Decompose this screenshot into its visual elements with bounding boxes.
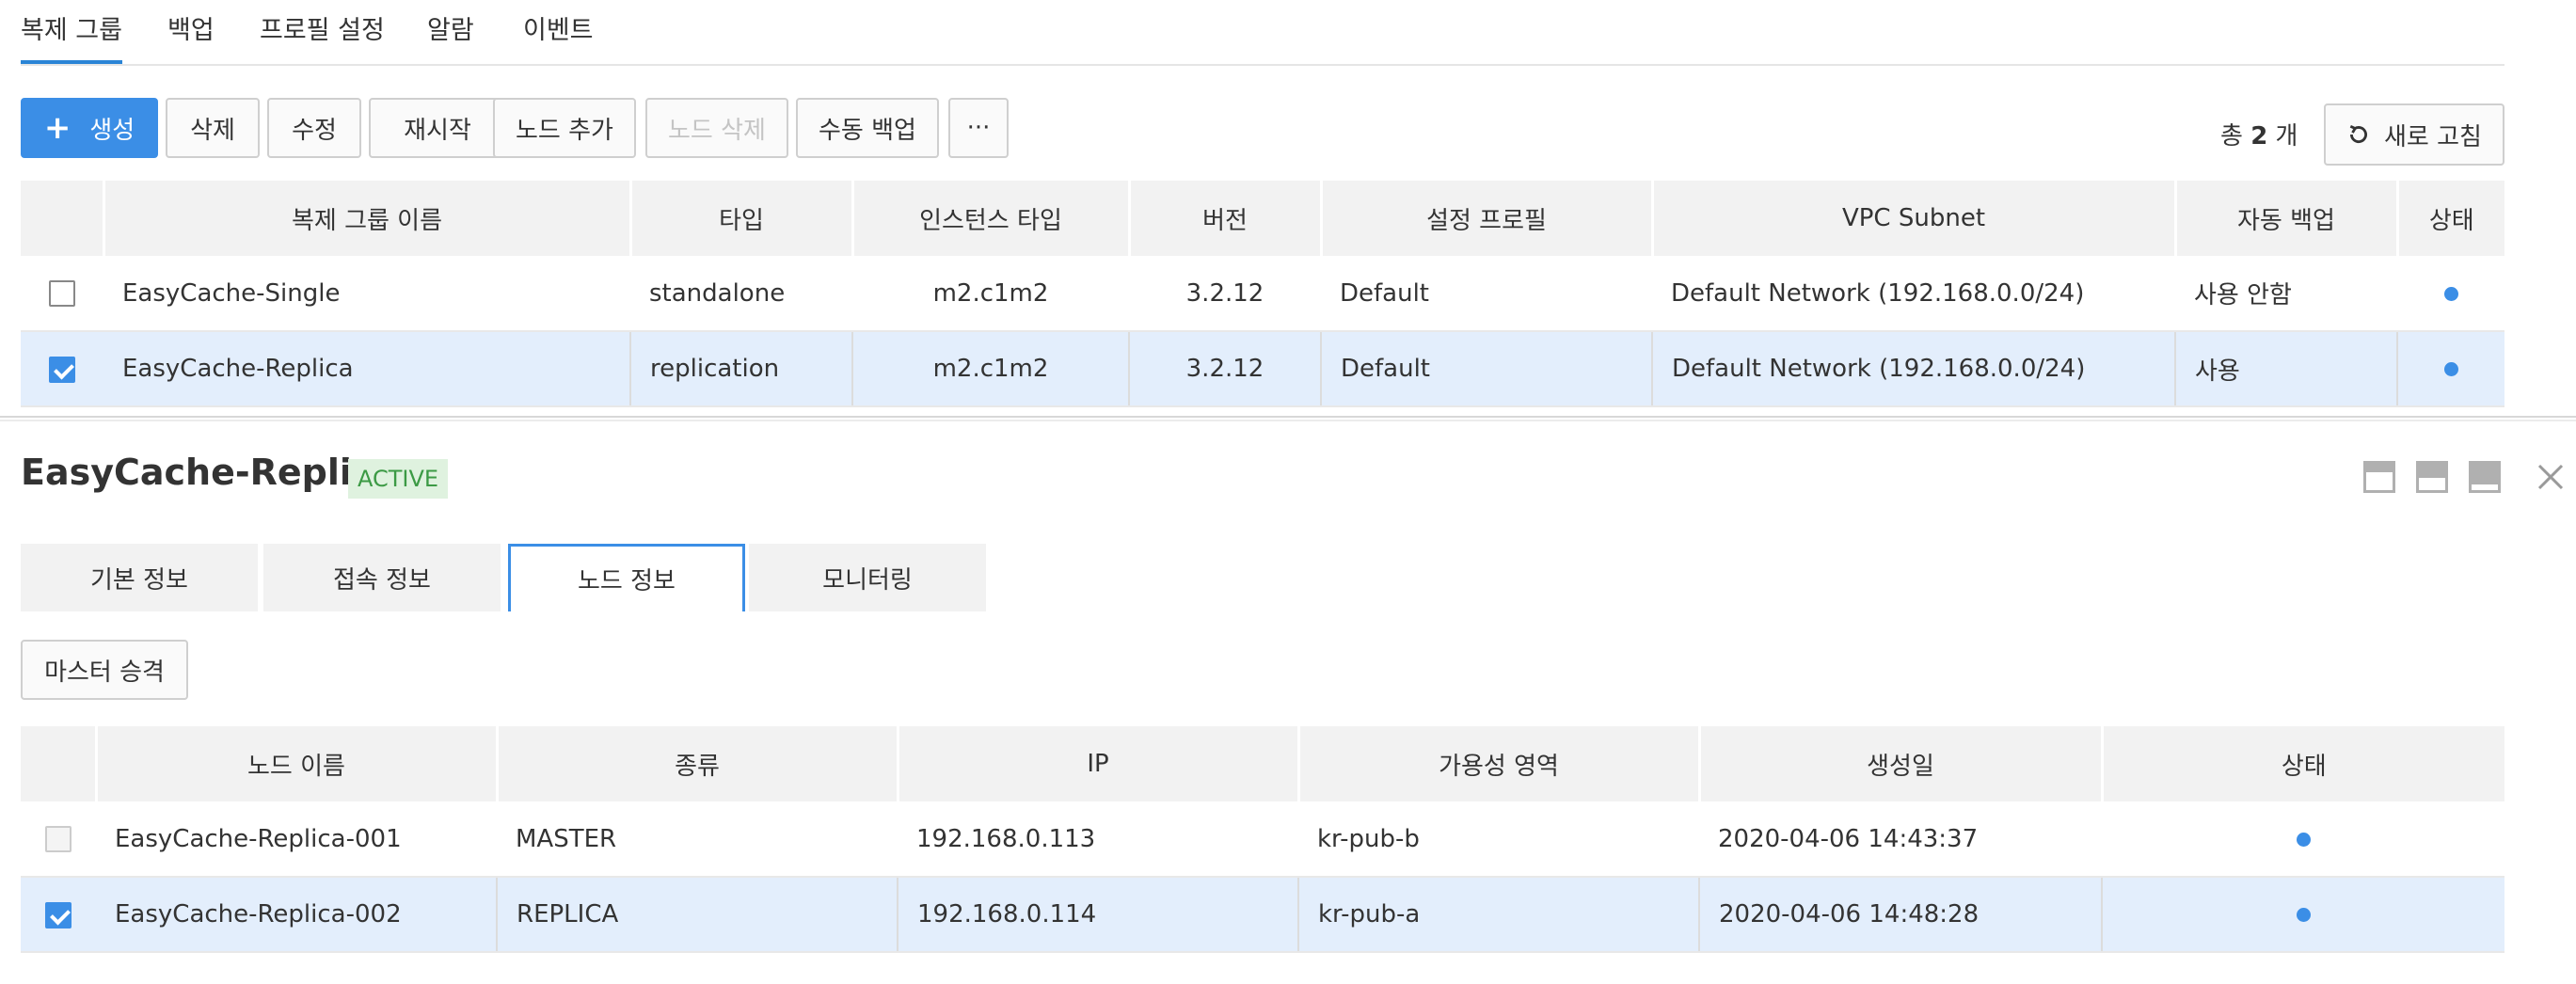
node-zone: kr-pub-a <box>1297 877 1699 953</box>
total-count: 총 2 개 <box>2220 117 2298 151</box>
node-created: 2020-04-06 14:48:28 <box>1698 877 2102 953</box>
instance-type: m2.c1m2 <box>851 331 1129 407</box>
header-profile[interactable]: 설정 프로필 <box>1319 181 1652 256</box>
header-group-name[interactable]: 복제 그룹 이름 <box>102 181 630 256</box>
tab-node-info[interactable]: 노드 정보 <box>508 544 745 611</box>
node-name: EasyCache-Replica-001 <box>96 801 497 878</box>
tab-basic-info[interactable]: 기본 정보 <box>21 544 258 611</box>
header-type[interactable]: 타입 <box>628 181 852 256</box>
plus-icon: + <box>43 109 72 147</box>
header-version[interactable]: 버전 <box>1127 181 1321 256</box>
tab-profile-settings[interactable]: 프로필 설정 <box>260 9 385 64</box>
more-button[interactable]: ··· <box>948 98 1009 158</box>
header-ip[interactable]: IP <box>896 726 1298 801</box>
delete-button[interactable]: 삭제 <box>166 98 260 158</box>
status-dot-icon <box>2296 832 2311 847</box>
header-status[interactable]: 상태 <box>2100 726 2504 801</box>
node-table: 노드 이름 종류 IP 가용성 영역 생성일 상태 EasyCache-Repl… <box>21 726 2504 953</box>
tab-event[interactable]: 이벤트 <box>523 9 594 64</box>
restart-button[interactable]: 재시작 <box>369 98 506 158</box>
status-dot-icon <box>2443 286 2458 301</box>
instance-type: m2.c1m2 <box>852 256 1129 332</box>
node-kind: MASTER <box>497 801 898 878</box>
status-dot-icon <box>2297 908 2311 922</box>
header-checkbox-col <box>21 726 96 801</box>
auto-backup: 사용 안함 <box>2175 256 2397 332</box>
node-ip: 192.168.0.114 <box>897 877 1298 953</box>
node-ip: 192.168.0.113 <box>898 801 1298 878</box>
top-tab-bar: 복제 그룹 백업 프로필 설정 알람 이벤트 <box>21 0 2504 66</box>
panel-bottom-icon[interactable] <box>2469 461 2501 493</box>
table-row[interactable]: EasyCache-Replica-001 MASTER 192.168.0.1… <box>21 801 2504 878</box>
group-type: standalone <box>630 256 852 332</box>
header-auto-backup[interactable]: 자동 백업 <box>2173 181 2397 256</box>
manual-backup-button[interactable]: 수동 백업 <box>796 98 939 158</box>
header-created[interactable]: 생성일 <box>1697 726 2102 801</box>
header-status[interactable]: 상태 <box>2395 181 2504 256</box>
replication-group-table: 복제 그룹 이름 타입 인스턴스 타입 버전 설정 프로필 VPC Subnet… <box>21 181 2504 407</box>
version: 3.2.12 <box>1129 256 1321 332</box>
total-prefix: 총 <box>2220 122 2243 151</box>
tab-backup[interactable]: 백업 <box>167 9 215 64</box>
add-node-button[interactable]: 노드 추가 <box>493 98 636 158</box>
create-button-label: 생성 <box>89 116 135 145</box>
total-suffix: 개 <box>2275 122 2298 151</box>
node-name: EasyCache-Replica-002 <box>96 877 497 953</box>
table-row[interactable]: EasyCache-Replica replication m2.c1m2 3.… <box>21 331 2504 407</box>
promote-master-button[interactable]: 마스터 승격 <box>21 640 188 700</box>
header-kind[interactable]: 종류 <box>495 726 898 801</box>
row-checkbox[interactable] <box>45 826 72 852</box>
panel-resize-divider[interactable] <box>0 416 2576 421</box>
profile: Default <box>1321 256 1652 332</box>
tab-replication-group[interactable]: 복제 그룹 <box>21 9 122 64</box>
table-row[interactable]: EasyCache-Replica-002 REPLICA 192.168.0.… <box>21 877 2504 953</box>
tab-monitoring[interactable]: 모니터링 <box>749 544 986 611</box>
panel-middle-icon[interactable] <box>2416 461 2448 493</box>
header-zone[interactable]: 가용성 영역 <box>1296 726 1699 801</box>
node-kind: REPLICA <box>496 877 898 953</box>
profile: Default <box>1320 331 1652 407</box>
row-checkbox[interactable] <box>49 356 75 383</box>
tab-connection-info[interactable]: 접속 정보 <box>263 544 501 611</box>
group-type: replication <box>629 331 852 407</box>
table-header: 복제 그룹 이름 타입 인스턴스 타입 버전 설정 프로필 VPC Subnet… <box>21 181 2504 256</box>
refresh-icon <box>2349 125 2367 144</box>
row-checkbox[interactable] <box>49 280 75 307</box>
auto-backup: 사용 <box>2174 331 2397 407</box>
node-zone: kr-pub-b <box>1298 801 1699 878</box>
header-instance-type[interactable]: 인스턴스 타입 <box>851 181 1129 256</box>
vpc-subnet: Default Network (192.168.0.0/24) <box>1652 256 2175 332</box>
modify-button[interactable]: 수정 <box>267 98 361 158</box>
header-vpc-subnet[interactable]: VPC Subnet <box>1650 181 2175 256</box>
vpc-subnet: Default Network (192.168.0.0/24) <box>1651 331 2175 407</box>
header-checkbox-col <box>21 181 103 256</box>
node-created: 2020-04-06 14:43:37 <box>1699 801 2102 878</box>
create-button[interactable]: + 생성 <box>21 98 158 158</box>
table-row[interactable]: EasyCache-Single standalone m2.c1m2 3.2.… <box>21 256 2504 332</box>
row-checkbox[interactable] <box>45 901 72 928</box>
delete-node-button[interactable]: 노드 삭제 <box>645 98 788 158</box>
detail-title: EasyCache-Replica <box>21 452 398 493</box>
version: 3.2.12 <box>1128 331 1321 407</box>
status-badge: ACTIVE <box>348 459 449 499</box>
group-name: EasyCache-Replica <box>103 331 630 407</box>
refresh-button[interactable]: 새로 고침 <box>2324 103 2504 166</box>
header-node-name[interactable]: 노드 이름 <box>94 726 497 801</box>
group-name: EasyCache-Single <box>103 256 630 332</box>
status-dot-icon <box>2444 362 2458 376</box>
panel-top-icon[interactable] <box>2363 461 2395 493</box>
refresh-label: 새로 고침 <box>2384 122 2482 151</box>
total-number: 2 <box>2250 122 2268 151</box>
table-header: 노드 이름 종류 IP 가용성 영역 생성일 상태 <box>21 726 2504 801</box>
close-icon[interactable] <box>2535 461 2567 493</box>
tab-alarm[interactable]: 알람 <box>427 9 474 64</box>
